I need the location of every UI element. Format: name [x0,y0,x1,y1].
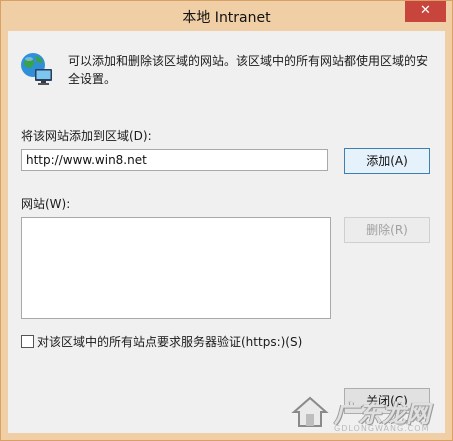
https-checkbox[interactable] [21,335,34,348]
title-bar[interactable]: 本地 Intranet ✕ [1,1,452,31]
dialog-description: 可以添加和删除该区域的网站。该区域中的所有网站都使用区域的安全设置。 [68,54,429,86]
add-button[interactable]: 添加(A) [344,148,430,174]
sites-listbox[interactable] [21,217,331,319]
add-site-label: 将该网站添加到区域(D): [21,129,152,143]
remove-button[interactable]: 删除(R) [344,217,430,243]
sites-list-label: 网站(W): [21,197,71,211]
dialog-body: 可以添加和删除该区域的网站。该区域中的所有网站都使用区域的安全设置。 将该网站添… [8,31,445,433]
window-title: 本地 Intranet [182,10,271,26]
close-button[interactable]: 关闭(C) [344,388,430,414]
site-url-input[interactable] [21,149,328,171]
close-icon: ✕ [420,3,431,18]
close-window-button[interactable]: ✕ [405,1,446,22]
globe-network-icon [21,53,52,85]
dialog-window: 本地 Intranet ✕ 可以添加和删除该区域的网站。该区域中的所有网站都使用… [0,0,453,441]
https-checkbox-label: 对该区域中的所有站点要求服务器验证(https:)(S) [37,335,303,349]
